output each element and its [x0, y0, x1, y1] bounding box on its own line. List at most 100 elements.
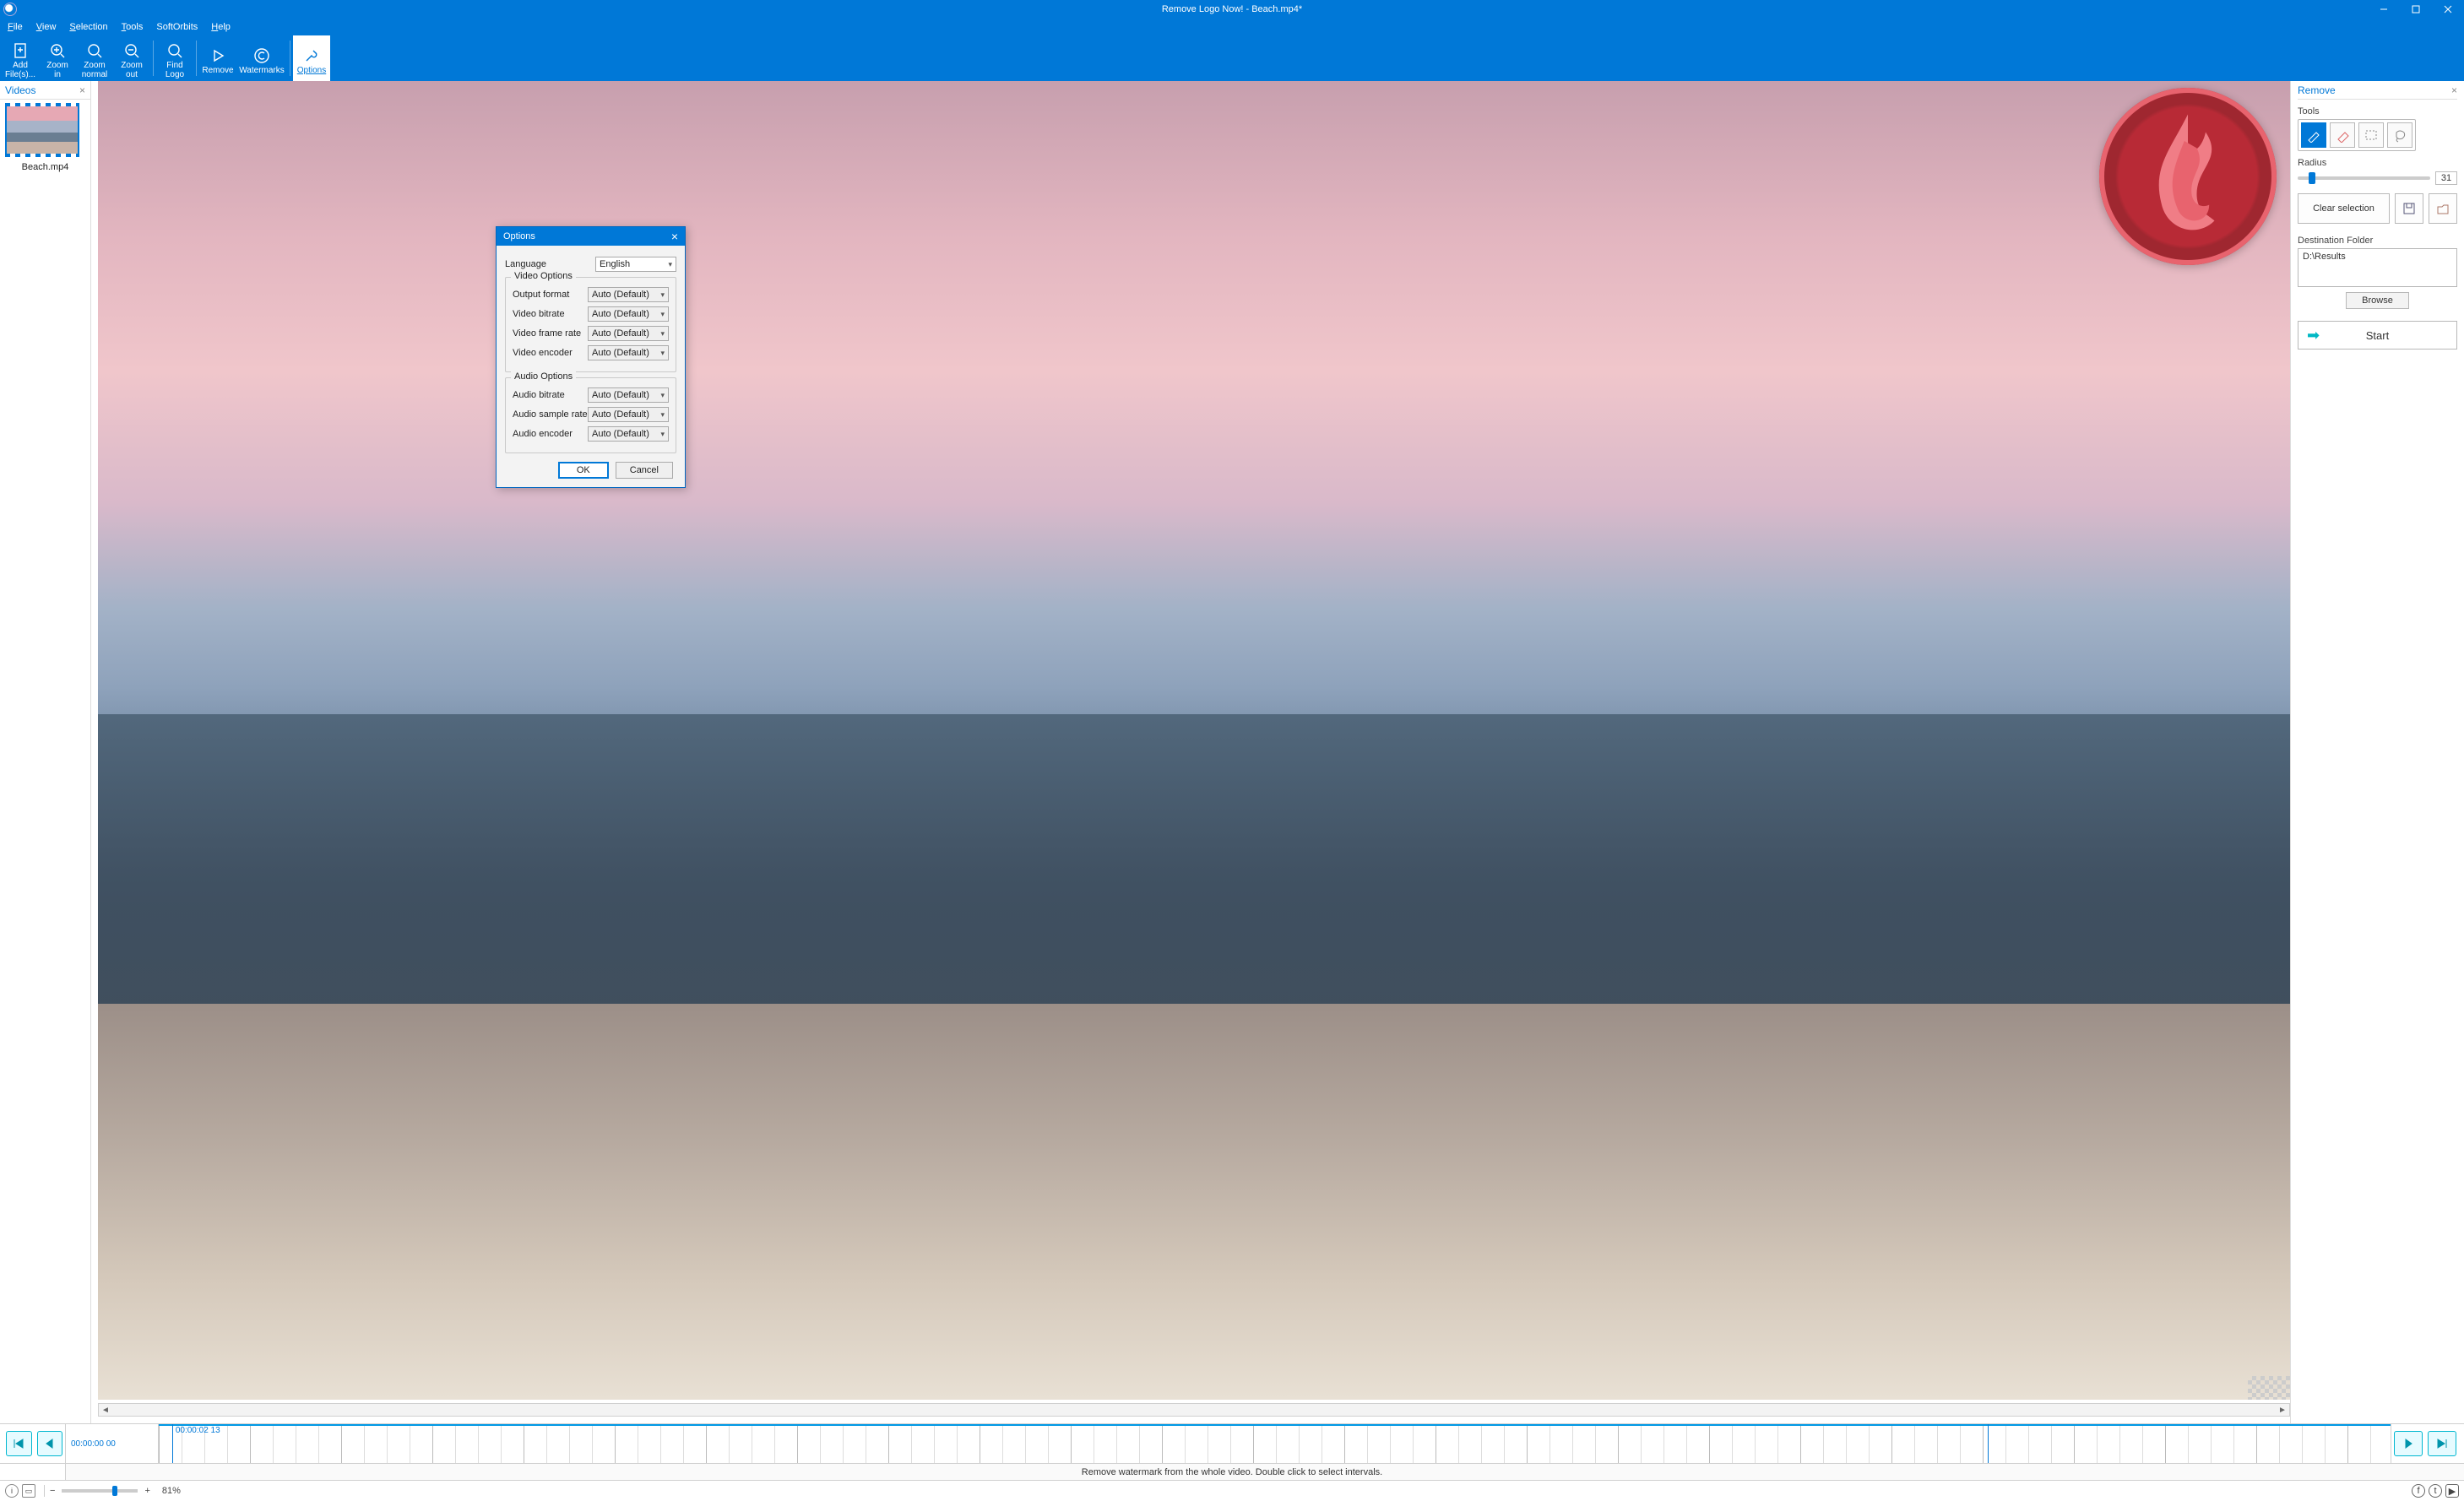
save-selection-button[interactable]	[2395, 193, 2423, 224]
menu-help[interactable]: Help	[207, 22, 235, 32]
close-icon[interactable]: ×	[2451, 84, 2457, 96]
audio-encoder-select[interactable]: Auto (Default)▾	[588, 426, 669, 442]
copyright-icon	[253, 46, 270, 66]
chevron-down-icon: ▾	[660, 310, 665, 319]
load-selection-button[interactable]	[2429, 193, 2457, 224]
close-icon[interactable]: ×	[79, 84, 85, 96]
rectangle-tool[interactable]	[2358, 122, 2384, 148]
language-label: Language	[505, 259, 595, 269]
video-frame	[98, 81, 2290, 1400]
audio-options-group: Audio Options Audio bitrate Auto (Defaul…	[505, 377, 676, 453]
dialog-close-button[interactable]: ×	[671, 230, 678, 243]
scroll-left-icon[interactable]: ◄	[99, 1404, 112, 1416]
tools-label: Tools	[2298, 106, 2457, 117]
youtube-icon[interactable]: ▶	[2445, 1484, 2459, 1498]
video-options-group: Video Options Output format Auto (Defaul…	[505, 277, 676, 372]
zoom-plus-button[interactable]: +	[144, 1486, 149, 1496]
twitter-icon[interactable]: t	[2429, 1484, 2442, 1498]
wrench-icon	[303, 46, 320, 66]
browse-button[interactable]: Browse	[2346, 292, 2409, 309]
zoom-slider[interactable]	[62, 1489, 138, 1493]
video-framerate-select[interactable]: Auto (Default)▾	[588, 326, 669, 341]
radius-value[interactable]: 31	[2435, 171, 2457, 185]
menu-bar: File View Selection Tools SoftOrbits Hel…	[0, 19, 2464, 35]
menu-file[interactable]: File	[3, 22, 27, 32]
step-forward-button[interactable]	[2394, 1431, 2423, 1456]
zoom-out-button[interactable]: Zoom out	[113, 35, 150, 81]
playback-bar: 00:00:00 00 00:00:02 13	[0, 1423, 2464, 1464]
options-dialog: Options × Language English▾ Video Option…	[496, 226, 686, 488]
menu-softorbits[interactable]: SoftOrbits	[152, 22, 202, 32]
add-file-icon	[12, 41, 29, 61]
zoom-minus-button[interactable]: −	[50, 1486, 55, 1496]
remove-panel-title: Remove	[2298, 84, 2336, 96]
goto-start-button[interactable]	[6, 1431, 32, 1456]
fit-icon[interactable]: ▭	[22, 1484, 35, 1498]
status-bar: i ▭ − + 81% f t ▶	[0, 1481, 2464, 1501]
eraser-tool[interactable]	[2330, 122, 2355, 148]
chevron-down-icon: ▾	[668, 260, 672, 269]
info-icon[interactable]: i	[5, 1484, 19, 1498]
menu-selection[interactable]: Selection	[65, 22, 111, 32]
minimize-button[interactable]	[2368, 0, 2400, 19]
clear-selection-button[interactable]: Clear selection	[2298, 193, 2390, 224]
zoom-normal-button[interactable]: Zoom normal	[76, 35, 113, 81]
goto-end-button[interactable]	[2428, 1431, 2456, 1456]
chevron-down-icon: ▾	[660, 290, 665, 300]
marker-tool[interactable]	[2301, 122, 2326, 148]
timeline[interactable]: 00:00:02 13	[159, 1424, 2391, 1463]
selection-tools	[2298, 119, 2416, 151]
watermarks-button[interactable]: Watermarks	[236, 35, 287, 81]
audio-bitrate-select[interactable]: Auto (Default)▾	[588, 387, 669, 403]
options-button[interactable]: Options	[293, 35, 330, 81]
chevron-down-icon: ▾	[660, 410, 665, 420]
thumbnail-image	[5, 105, 79, 155]
radius-label: Radius	[2298, 158, 2457, 168]
destination-path[interactable]: D:\Results	[2298, 248, 2457, 287]
start-button[interactable]: ➡ Start	[2298, 321, 2457, 350]
step-back-button[interactable]	[37, 1431, 63, 1456]
facebook-icon[interactable]: f	[2412, 1484, 2425, 1498]
menu-tools[interactable]: Tools	[117, 22, 148, 32]
video-encoder-select[interactable]: Auto (Default)▾	[588, 345, 669, 360]
zoom-in-icon	[49, 41, 66, 61]
zoom-percent: 81%	[162, 1486, 181, 1496]
find-logo-button[interactable]: Find Logo	[156, 35, 193, 81]
hint-text: Remove watermark from the whole video. D…	[1082, 1467, 1382, 1477]
toolbar: Add File(s)... Zoom in Zoom normal Zoom …	[0, 35, 2464, 81]
radius-slider[interactable]	[2298, 176, 2430, 180]
videos-panel-title: Videos	[5, 84, 35, 96]
remove-button[interactable]: Remove	[199, 35, 236, 81]
ok-button[interactable]: OK	[558, 462, 609, 479]
zoom-in-button[interactable]: Zoom in	[39, 35, 76, 81]
language-select[interactable]: English▾	[595, 257, 676, 272]
arrow-right-icon: ➡	[2307, 327, 2320, 344]
playhead-timecode: 00:00:02 13	[176, 1426, 220, 1435]
output-format-select[interactable]: Auto (Default)▾	[588, 287, 669, 302]
scroll-right-icon[interactable]: ►	[2276, 1404, 2289, 1416]
chevron-down-icon: ▾	[660, 349, 665, 358]
video-viewer[interactable]: ◄ ►	[91, 81, 2290, 1423]
close-button[interactable]	[2432, 0, 2464, 19]
menu-view[interactable]: View	[32, 22, 61, 32]
chevron-down-icon: ▾	[660, 430, 665, 439]
remove-panel: Remove × Tools Radius 31 Clear selection…	[2290, 81, 2464, 1423]
audio-samplerate-select[interactable]: Auto (Default)▾	[588, 407, 669, 422]
horizontal-scrollbar[interactable]: ◄ ►	[98, 1403, 2290, 1417]
video-bitrate-select[interactable]: Auto (Default)▾	[588, 306, 669, 322]
watermark-logo	[2099, 88, 2277, 265]
hint-bar: Remove watermark from the whole video. D…	[0, 1464, 2464, 1481]
add-files-button[interactable]: Add File(s)...	[2, 35, 39, 81]
dialog-title: Options	[503, 231, 535, 241]
lasso-tool[interactable]	[2387, 122, 2412, 148]
title-bar: Remove Logo Now! - Beach.mp4*	[0, 0, 2464, 19]
start-timecode: 00:00:00 00	[71, 1439, 158, 1449]
window-title: Remove Logo Now! - Beach.mp4*	[1162, 4, 1302, 14]
thumbnail-caption: Beach.mp4	[5, 162, 85, 172]
video-thumbnail[interactable]: Beach.mp4	[5, 105, 85, 172]
maximize-button[interactable]	[2400, 0, 2432, 19]
play-icon	[209, 46, 226, 66]
app-icon	[3, 3, 17, 16]
cancel-button[interactable]: Cancel	[616, 462, 673, 479]
videos-panel: Videos × Beach.mp4	[0, 81, 91, 1423]
